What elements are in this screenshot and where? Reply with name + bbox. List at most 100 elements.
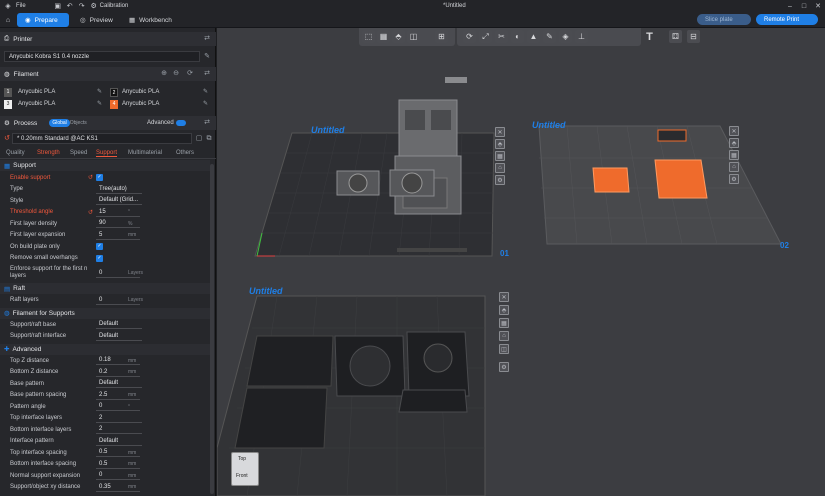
setting-support-raft-interface[interactable]: Support/raft interface Default: [0, 331, 210, 343]
dark-panel-1[interactable]: [246, 335, 334, 387]
on-build-plate-only-checkbox[interactable]: ✓: [96, 243, 103, 251]
setting-support-raft-base[interactable]: Support/raft base Default: [0, 319, 210, 331]
view-cube-top[interactable]: Top: [238, 456, 246, 462]
remove-small-overhangs-checkbox[interactable]: ✓: [96, 254, 103, 262]
plate-2-orient-button[interactable]: ⬘: [729, 138, 739, 148]
preset-compare-icon[interactable]: ⧉: [205, 135, 213, 143]
tab-strength[interactable]: Strength: [37, 150, 60, 156]
tab-workbench[interactable]: ▦ Workbench: [121, 13, 180, 27]
plate-2-settings-button[interactable]: ⚙: [729, 174, 739, 184]
setting-support-object-xy-distance[interactable]: Support/object xy distance 0.35 mm: [0, 482, 210, 494]
setting-remove-small-overhangs[interactable]: Remove small overhangs ✓: [0, 253, 210, 265]
setting-base-pattern-spacing[interactable]: Base pattern spacing 2.5 mm: [0, 390, 210, 402]
close-icon[interactable]: ✕: [812, 0, 824, 12]
tab-preview[interactable]: ◎ Preview: [72, 13, 121, 27]
filament-slot-4[interactable]: 4 Anycubic PLA ✎: [110, 100, 210, 110]
plate-1-label[interactable]: Untitled: [311, 125, 345, 135]
objects-toggle[interactable]: Objects: [70, 120, 87, 126]
support-style-select[interactable]: Default (Grid...: [96, 196, 142, 206]
plate-2-label[interactable]: Untitled: [532, 120, 566, 130]
interface-pattern-select[interactable]: Default: [96, 437, 142, 446]
top-interface-layers-select[interactable]: 2: [96, 414, 142, 423]
setting-normal-support-expansion[interactable]: Normal support expansion 0 mm: [0, 470, 210, 482]
slice-plate-button[interactable]: Slice plate: [697, 14, 751, 25]
tab-prepare[interactable]: ◉ Prepare: [17, 13, 69, 27]
plate-1-delete-button[interactable]: ✕: [495, 127, 505, 137]
measure-icon[interactable]: ⊥: [575, 30, 588, 43]
preset-save-icon[interactable]: ▢: [195, 135, 203, 143]
view-cube-front[interactable]: Front: [236, 473, 248, 479]
add-object-icon[interactable]: ⬚: [362, 30, 375, 43]
arrange-icon[interactable]: ▦: [377, 30, 390, 43]
preset-reset-icon[interactable]: ↺: [3, 135, 11, 143]
setting-first-layer-density[interactable]: First layer density 90 %: [0, 218, 210, 230]
orient-icon[interactable]: ⬘: [392, 30, 405, 43]
maximize-icon[interactable]: □: [798, 0, 810, 12]
rotate-icon[interactable]: ⟳: [463, 30, 476, 43]
tab-multimaterial[interactable]: Multimaterial: [128, 150, 162, 156]
tab-others[interactable]: Others: [176, 150, 194, 156]
enable-support-reset-icon[interactable]: ↺: [88, 174, 93, 181]
minimize-icon[interactable]: –: [784, 0, 796, 12]
plate-3-label[interactable]: Untitled: [249, 286, 283, 296]
move-icon[interactable]: ⊞: [435, 30, 448, 43]
plate-3-slice-button[interactable]: ◫: [499, 344, 509, 354]
plate-1-settings-button[interactable]: ⚙: [495, 175, 505, 185]
support-raft-interface-select[interactable]: Default: [96, 332, 142, 341]
printer-edit-icon[interactable]: ✎: [203, 53, 211, 61]
plate-1-arrange-button[interactable]: ▦: [495, 151, 505, 161]
setting-threshold-angle[interactable]: Threshold angle ↺ 15 °: [0, 207, 210, 219]
filament-slot-1-edit-icon[interactable]: ✎: [97, 88, 102, 95]
filament-slot-4-edit-icon[interactable]: ✎: [203, 100, 208, 107]
setting-enable-support[interactable]: Enable support ↺ ✓: [0, 172, 210, 184]
redo-icon[interactable]: ↷: [76, 0, 88, 12]
assembly-icon[interactable]: ⚃: [669, 30, 682, 43]
plate-3-arrange-button[interactable]: ▦: [499, 318, 509, 328]
setting-on-build-plate-only[interactable]: On build plate only ✓: [0, 241, 210, 253]
mesh-boolean-icon[interactable]: ◐: [511, 30, 524, 43]
setting-raft-layers[interactable]: Raft layers 0 Layers: [0, 295, 210, 307]
advanced-switch[interactable]: [176, 120, 186, 126]
printer-settings-icon[interactable]: ⇄: [203, 35, 211, 43]
orange-part-large[interactable]: [654, 159, 708, 199]
setting-interface-pattern[interactable]: Interface pattern Default: [0, 436, 210, 448]
fan-grill-model-2[interactable]: [389, 169, 435, 197]
home-icon[interactable]: ⌂: [2, 14, 14, 26]
orange-part-small[interactable]: [592, 167, 630, 193]
lay-on-face-icon[interactable]: ◫: [407, 30, 420, 43]
3d-viewport[interactable]: ⬚ ▦ ⬘ ◫ ⊞ ⟳ ⤢ ✂ ◐ ▲ ✎ ◈ ⊥ T ⚃ ⊟ Untitled…: [217, 28, 825, 496]
printer-select[interactable]: Anycubic Kobra S1 0.4 nozzle: [4, 51, 200, 62]
filament-add-icon[interactable]: ⊕: [160, 70, 168, 78]
support-raft-base-select[interactable]: Default: [96, 320, 142, 330]
filament-slot-3-edit-icon[interactable]: ✎: [97, 100, 102, 107]
tab-support[interactable]: Support: [96, 150, 118, 157]
setting-bottom-interface-spacing[interactable]: Bottom interface spacing 0.5 mm: [0, 459, 210, 471]
global-toggle[interactable]: Global: [49, 119, 70, 127]
setting-top-z-distance[interactable]: Top Z distance 0.18 mm: [0, 355, 210, 367]
first-layer-density-input[interactable]: 90: [96, 219, 140, 229]
filament-slot-2[interactable]: 2 Anycubic PLA ✎: [110, 88, 210, 98]
plate-3-lock-button[interactable]: ⌂: [499, 331, 509, 341]
setting-bottom-z-distance[interactable]: Bottom Z distance 0.2 mm: [0, 367, 210, 379]
filament-remove-icon[interactable]: ⊖: [172, 70, 180, 78]
process-preset-select[interactable]: * 0.20mm Standard @AC KS1: [12, 133, 192, 144]
settings-scrollbar[interactable]: [210, 164, 214, 494]
filament-settings-icon[interactable]: ⇄: [203, 70, 211, 78]
process-settings-icon[interactable]: ⇄: [203, 119, 211, 127]
calibration-menu[interactable]: Calibration: [100, 3, 129, 9]
filament-slot-2-edit-icon[interactable]: ✎: [203, 88, 208, 95]
setting-support-style[interactable]: Style Default (Grid...: [0, 195, 210, 207]
threshold-angle-input[interactable]: 15: [96, 208, 140, 217]
tab-quality[interactable]: Quality: [6, 150, 25, 156]
threshold-angle-reset-icon[interactable]: ↺: [88, 209, 93, 216]
plate-2-arrange-button[interactable]: ▦: [729, 150, 739, 160]
plate-3-delete-button[interactable]: ✕: [499, 292, 509, 302]
plate-2-delete-button[interactable]: ✕: [729, 126, 739, 136]
setting-pattern-angle[interactable]: Pattern angle 0 °: [0, 401, 210, 413]
plate-2-lock-button[interactable]: ⌂: [729, 162, 739, 172]
undo-icon[interactable]: ↶: [64, 0, 76, 12]
setting-bottom-interface-layers[interactable]: Bottom interface layers 2: [0, 424, 210, 436]
text-tool-icon[interactable]: T: [643, 30, 656, 43]
support-paint-icon[interactable]: ▲: [527, 30, 540, 43]
dark-block-part[interactable]: [657, 129, 687, 142]
